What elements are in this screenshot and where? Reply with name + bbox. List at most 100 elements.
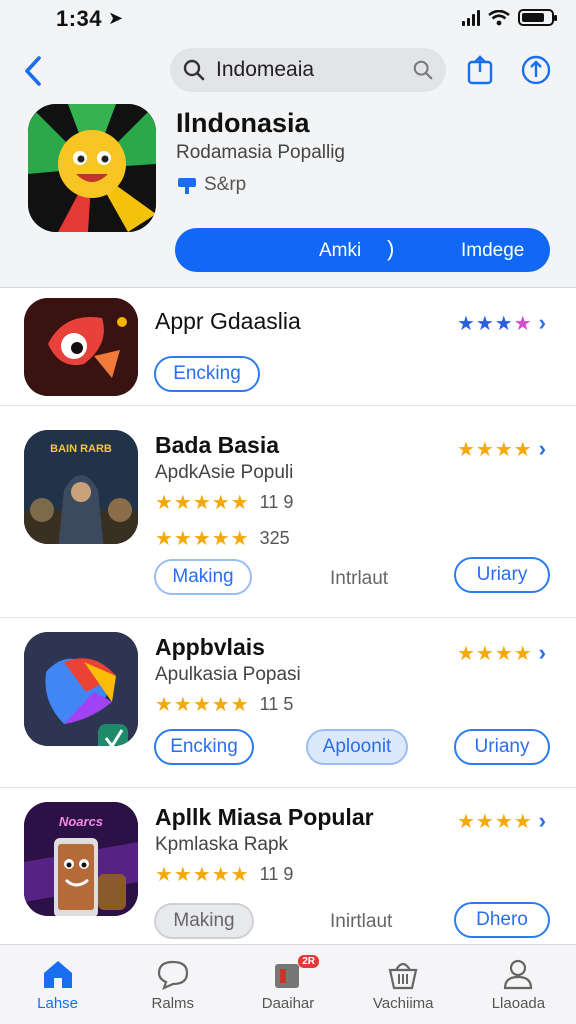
app-subtitle: ApdkAsie Populi [155, 462, 294, 483]
upload-button[interactable] [518, 52, 554, 88]
home-icon [41, 957, 75, 991]
action-button-right[interactable]: Uriary [454, 557, 550, 593]
rating-line: ★★★★★ 11 5 [155, 692, 293, 717]
upload-icon [521, 55, 551, 85]
app-icon [24, 632, 138, 746]
status-time: 1:34 [56, 6, 103, 31]
get-button[interactable]: Encking [154, 356, 260, 392]
rating-stars: ★★★★ [456, 642, 533, 665]
rating-summary[interactable]: ★★★★ › [457, 310, 546, 336]
featured-cta-button[interactable]: Amki ) Imdege [175, 228, 550, 272]
chevron-left-icon [25, 56, 41, 86]
tab-label: Llaoada [491, 995, 546, 1012]
tab-label: Daaihar [261, 995, 315, 1012]
rating-count: 325 [259, 528, 290, 548]
chevron-right-icon: › [538, 640, 546, 665]
smiley-app-icon [28, 104, 156, 232]
tab-badge: 2R [298, 955, 319, 968]
wifi-icon [488, 9, 510, 25]
action-button-left[interactable]: Encking [154, 729, 254, 765]
cta-left-label: Amki [319, 240, 362, 261]
rating-line: ★★★★★ 11 9 [155, 862, 293, 887]
rating-stars: ★★★★ [456, 810, 533, 833]
list-item[interactable]: Noarcs Apllk Miasa Popular Kpmlaska Rapk… [0, 788, 576, 944]
action-button-left[interactable]: Making [154, 559, 252, 595]
rating-summary[interactable]: ★★★★ › [457, 436, 546, 462]
action-button-middle[interactable]: Aploonit [306, 729, 408, 765]
colorful-app-icon [24, 632, 138, 746]
app-subtitle: Apulkasia Popasi [155, 664, 301, 685]
rating-stars: ★★★★★ [155, 694, 250, 716]
rating-line: ★★★★★ 11 9 [155, 490, 293, 515]
list-item[interactable]: Appr Gdaaslia ★★★★ › Encking [0, 288, 576, 406]
icon-banner-text: Noarcs [59, 814, 103, 829]
chevron-right-icon: › [538, 310, 546, 335]
search-clear-icon[interactable] [412, 59, 434, 81]
tab-chat[interactable]: Ralms [115, 945, 230, 1024]
featured-app-subtitle: Rodamasia Popallig [176, 142, 345, 163]
action-text-middle[interactable]: Intrlaut [330, 568, 388, 590]
action-button-left[interactable]: Making [154, 903, 254, 939]
rating-stars: ★★★★ [456, 438, 533, 461]
tab-bar: Lahse Ralms 2R Daaihar Vachiima Llaoada [0, 944, 576, 1024]
rating-stars: ★★★★★ [155, 492, 250, 514]
rating-count: 11 9 [259, 492, 294, 512]
list-item[interactable]: BAIN RARB Bada Basia ApdkAsie Populi ★★★… [0, 406, 576, 618]
app-title: Appr Gdaaslia [155, 308, 301, 334]
fantasy-game-icon: BAIN RARB [24, 430, 138, 544]
status-icons [462, 9, 557, 26]
tab-basket[interactable]: Vachiima [346, 945, 461, 1024]
tab-apps[interactable]: 2R Daaihar [230, 945, 345, 1024]
app-subtitle: Kpmlaska Rapk [155, 834, 289, 855]
developer-icon [178, 178, 196, 194]
basket-icon [386, 957, 420, 991]
rating-stars: ★★★★ [456, 312, 533, 335]
share-icon [467, 55, 493, 85]
search-input[interactable]: Indomeaia [216, 58, 412, 82]
app-title: Bada Basia [155, 432, 280, 458]
developer-name: S&rp [204, 174, 247, 195]
rocket-app-icon [24, 298, 138, 396]
rating-summary[interactable]: ★★★★ › [457, 640, 546, 666]
cta-divider-icon: ) [387, 236, 395, 261]
tab-label: Ralms [151, 995, 195, 1012]
search-bar[interactable]: Indomeaia [170, 48, 446, 92]
app-icon: BAIN RARB [24, 430, 138, 544]
featured-app-title: Ilndonasia [176, 108, 310, 138]
location-arrow-icon: ➤ [108, 8, 124, 28]
person-icon [501, 957, 535, 991]
app-title: Appbvlais [155, 634, 265, 660]
apps-icon: 2R [271, 955, 319, 991]
tab-label: Lahse [37, 995, 79, 1012]
rating-count: 11 9 [259, 864, 294, 884]
action-button-right[interactable]: Uriany [454, 729, 550, 765]
share-button[interactable] [462, 52, 498, 88]
back-button[interactable] [18, 54, 48, 88]
rating-summary[interactable]: ★★★★ › [457, 808, 546, 834]
tab-label: Vachiima [372, 995, 434, 1012]
app-title: Apllk Miasa Popular [155, 804, 374, 830]
icon-banner-text: BAIN RARB [50, 443, 112, 455]
app-icon: Noarcs [24, 802, 138, 916]
action-button-right[interactable]: Dhero [454, 902, 550, 938]
chevron-right-icon: › [538, 436, 546, 461]
search-icon [183, 59, 205, 81]
chevron-right-icon: › [538, 808, 546, 833]
status-bar: 1:34 ➤ [0, 0, 576, 40]
header: Indomeaia Ilndonasia Rodamasia Popallig … [0, 40, 576, 288]
featured-app-icon[interactable] [28, 104, 156, 232]
rating-count: 11 5 [259, 694, 294, 714]
tab-home[interactable]: Lahse [0, 945, 115, 1024]
cta-right-label: Imdege [461, 240, 525, 261]
featured-app-developer: S&rp [176, 174, 246, 196]
list-item[interactable]: Appbvlais Apulkasia Popasi ★★★★★ 11 5 ★★… [0, 618, 576, 788]
tab-profile[interactable]: Llaoada [461, 945, 576, 1024]
action-text-middle[interactable]: Inirtlaut [330, 911, 392, 933]
chat-icon [156, 957, 190, 991]
signal-icon [462, 9, 480, 26]
rating-stars: ★★★★★ [155, 528, 250, 550]
rating-stars: ★★★★★ [155, 864, 250, 886]
app-icon [24, 298, 138, 396]
battery-icon [518, 9, 557, 26]
rating-line: ★★★★★ 325 [155, 526, 290, 551]
